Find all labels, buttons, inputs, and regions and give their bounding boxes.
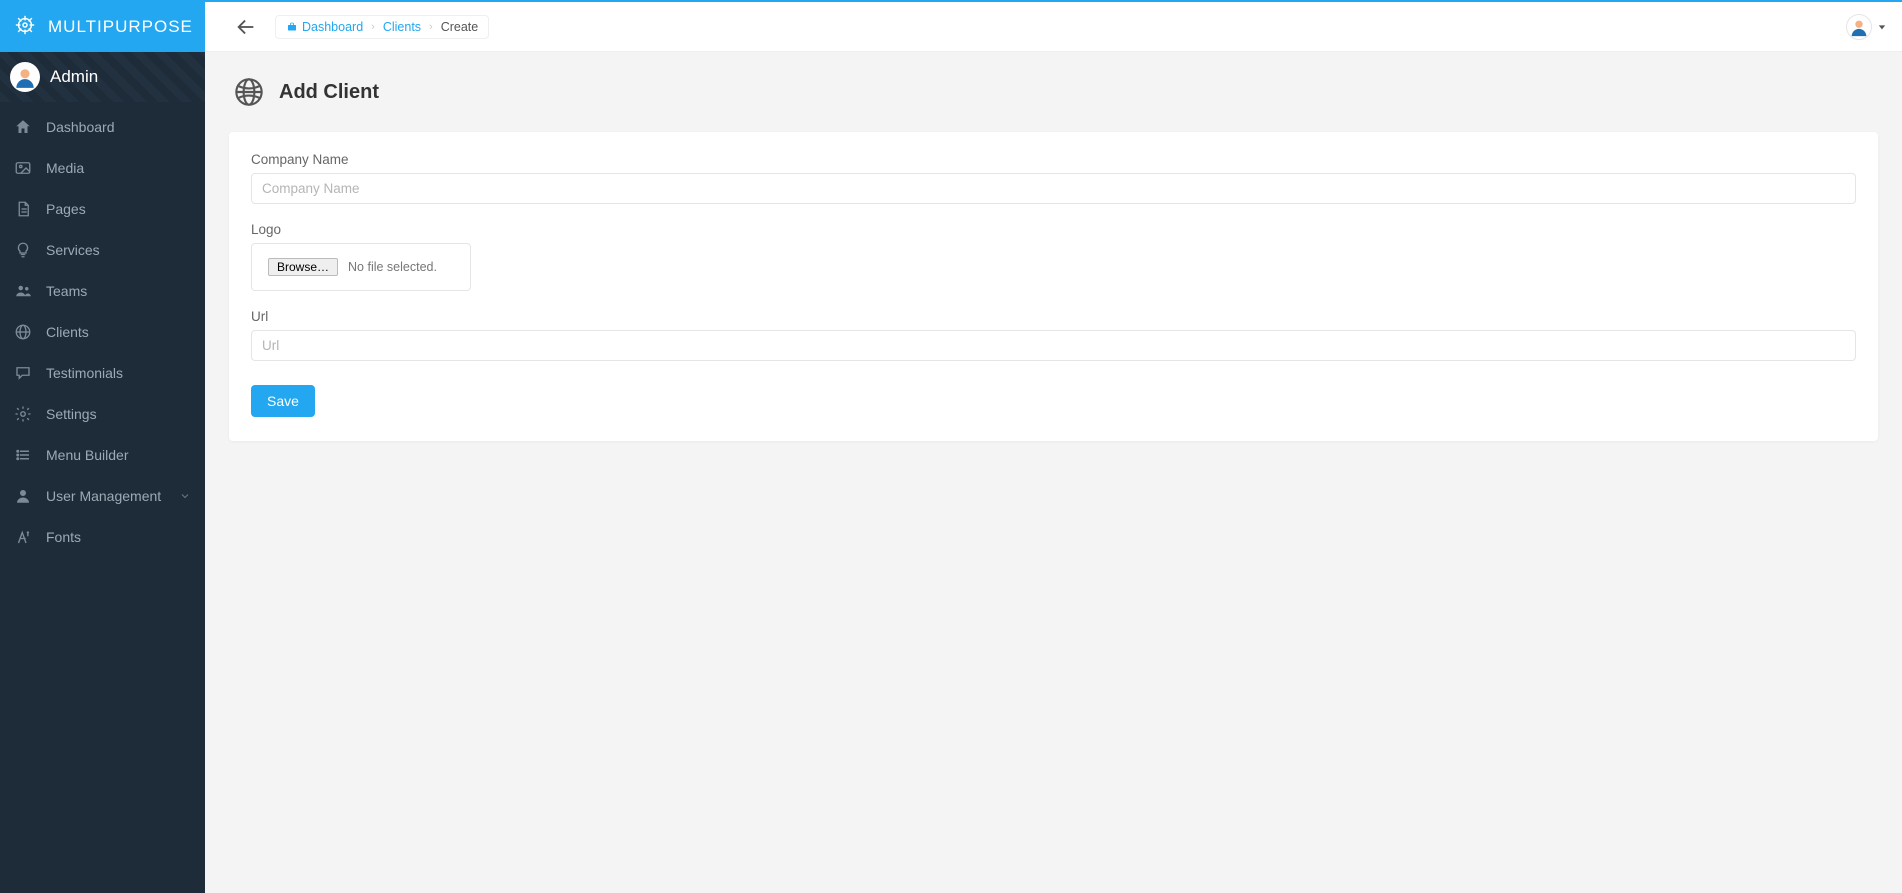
sidebar-item-label: Fonts [46, 529, 81, 545]
topbar: Dashboard › Clients › Create [205, 2, 1902, 52]
sidebar-item-label: Services [46, 242, 100, 258]
save-button[interactable]: Save [251, 385, 315, 417]
sidebar-item-label: Settings [46, 406, 97, 422]
back-button[interactable] [235, 16, 257, 38]
field-logo: Logo Browse… No file selected. [251, 222, 1856, 291]
sidebar-item-label: Clients [46, 324, 89, 340]
brand[interactable]: MULTIPURPOSE [0, 2, 205, 52]
sidebar-user[interactable]: Admin [0, 52, 205, 102]
sidebar-item-testimonials[interactable]: Testimonials [0, 352, 205, 393]
sidebar-item-teams[interactable]: Teams [0, 270, 205, 311]
brand-name: MULTIPURPOSE [48, 17, 193, 37]
field-company-name: Company Name [251, 152, 1856, 204]
form-card: Company Name Logo Browse… No file select… [229, 132, 1878, 441]
url-input[interactable] [251, 330, 1856, 361]
sidebar-item-label: Pages [46, 201, 86, 217]
chevron-down-icon [179, 490, 191, 502]
wheel-icon [14, 14, 48, 41]
sidebar-item-label: User Management [46, 488, 161, 504]
browse-button[interactable]: Browse… [268, 258, 338, 276]
breadcrumb-clients[interactable]: Clients [383, 20, 421, 34]
breadcrumb-separator: › [371, 21, 375, 33]
company-name-input[interactable] [251, 173, 1856, 204]
gear-icon [14, 405, 32, 423]
bulb-icon [14, 241, 32, 259]
avatar [1846, 14, 1872, 40]
user-menu[interactable] [1846, 14, 1886, 40]
sidebar-item-user-management[interactable]: User Management [0, 475, 205, 516]
sidebar-item-label: Teams [46, 283, 87, 299]
globe-icon [14, 323, 32, 341]
avatar [10, 62, 40, 92]
sidebar-item-menu-builder[interactable]: Menu Builder [0, 434, 205, 475]
sidebar-item-media[interactable]: Media [0, 147, 205, 188]
main: Dashboard › Clients › Create [205, 2, 1902, 893]
font-icon [14, 528, 32, 546]
sidebar-item-clients[interactable]: Clients [0, 311, 205, 352]
sidebar-item-fonts[interactable]: Fonts [0, 516, 205, 557]
sidebar: MULTIPURPOSE Admin Dashboard [0, 2, 205, 893]
breadcrumb-dashboard[interactable]: Dashboard [286, 20, 363, 34]
briefcase-icon [286, 21, 298, 33]
company-name-label: Company Name [251, 152, 1856, 167]
breadcrumb-label: Clients [383, 20, 421, 34]
list-icon [14, 446, 32, 464]
page-header: Add Client [233, 76, 1878, 108]
sidebar-item-label: Media [46, 160, 84, 176]
sidebar-nav: Dashboard Media Pages Services [0, 102, 205, 557]
breadcrumb: Dashboard › Clients › Create [275, 15, 489, 39]
users-icon [14, 282, 32, 300]
sidebar-item-settings[interactable]: Settings [0, 393, 205, 434]
breadcrumb-label: Dashboard [302, 20, 363, 34]
sidebar-user-name: Admin [50, 67, 98, 87]
url-label: Url [251, 309, 1856, 324]
breadcrumb-separator: › [429, 21, 433, 33]
sidebar-item-pages[interactable]: Pages [0, 188, 205, 229]
sidebar-item-dashboard[interactable]: Dashboard [0, 106, 205, 147]
logo-label: Logo [251, 222, 1856, 237]
globe-icon [233, 76, 265, 108]
breadcrumb-current: Create [441, 20, 479, 34]
sidebar-item-label: Testimonials [46, 365, 123, 381]
user-icon [14, 487, 32, 505]
sidebar-item-services[interactable]: Services [0, 229, 205, 270]
home-icon [14, 118, 32, 136]
content: Add Client Company Name Logo Browse… No … [205, 52, 1902, 459]
sidebar-item-label: Menu Builder [46, 447, 129, 463]
field-url: Url [251, 309, 1856, 361]
logo-file-picker: Browse… No file selected. [251, 243, 471, 291]
caret-down-icon [1878, 23, 1886, 31]
image-icon [14, 159, 32, 177]
page-title: Add Client [279, 81, 379, 104]
file-icon [14, 200, 32, 218]
sidebar-item-label: Dashboard [46, 119, 115, 135]
file-status: No file selected. [348, 260, 437, 274]
chat-icon [14, 364, 32, 382]
